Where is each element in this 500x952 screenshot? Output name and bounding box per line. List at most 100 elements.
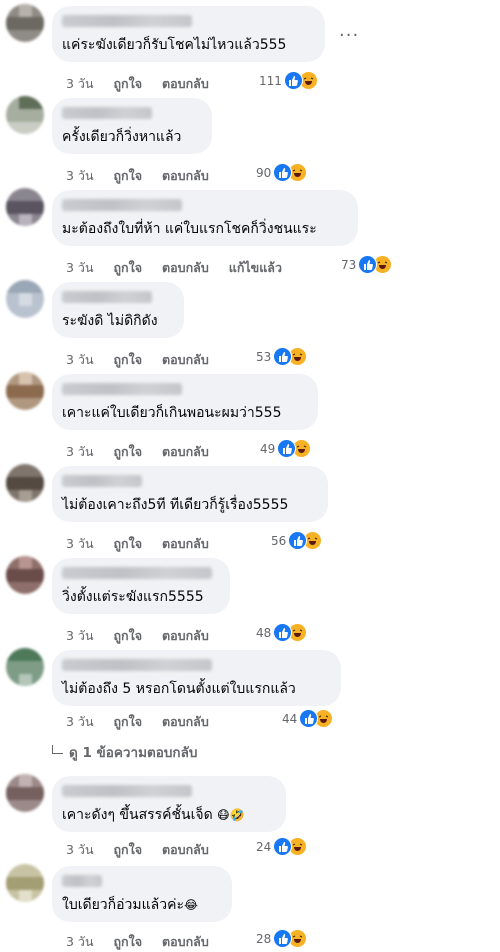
reply-button[interactable]: ตอบกลับ xyxy=(162,74,209,94)
comment-time[interactable]: 3 วัน xyxy=(66,534,94,554)
comment-actions: 3 วัน ถูกใจ ตอบกลับ xyxy=(66,932,225,952)
author-name[interactable] xyxy=(62,875,102,887)
like-button[interactable]: ถูกใจ xyxy=(113,534,142,554)
avatar[interactable] xyxy=(6,372,44,410)
avatar[interactable] xyxy=(6,4,44,42)
comment-actions: 3 วัน ถูกใจ ตอบกลับ xyxy=(66,350,225,370)
author-name[interactable] xyxy=(62,785,192,797)
comment-actions: 3 วัน ถูกใจ ตอบกลับ แก้ไขแล้ว xyxy=(66,258,298,278)
comment-text: ไม่ต้องถึง 5 หรอกโดนตั้งแต่ใบแรกแล้ว xyxy=(62,681,296,697)
comment-text: ใบเดียวก็อ่วมแล้วค่ะ😂 xyxy=(62,896,198,914)
reaction-summary[interactable]: 44 xyxy=(282,709,334,728)
reaction-summary[interactable]: 28 xyxy=(256,929,308,948)
comment-time[interactable]: 3 วัน xyxy=(66,442,94,462)
comment-text: เคาะแค่ใบเดียวก็เกินพอนะผมว่า555 xyxy=(62,405,282,421)
like-icon xyxy=(273,163,293,182)
comment-time[interactable]: 3 วัน xyxy=(66,258,94,278)
author-name[interactable] xyxy=(62,107,152,119)
like-button[interactable]: ถูกใจ xyxy=(113,840,142,860)
like-button[interactable]: ถูกใจ xyxy=(113,712,142,732)
reaction-count: 90 xyxy=(256,165,272,180)
comment-emoji: 😂 xyxy=(184,898,199,912)
comment-bubble: แค่ระฆังเดียวก็รับโชคไม่ไหวแล้ว555 xyxy=(52,6,325,62)
like-button[interactable]: ถูกใจ xyxy=(113,626,142,646)
comment-actions: 3 วัน ถูกใจ ตอบกลับ xyxy=(66,166,225,186)
like-button[interactable]: ถูกใจ xyxy=(113,442,142,462)
like-button[interactable]: ถูกใจ xyxy=(113,74,142,94)
avatar[interactable] xyxy=(6,96,44,134)
comment-actions: 3 วัน ถูกใจ ตอบกลับ xyxy=(66,534,225,554)
reaction-count: 44 xyxy=(282,711,298,726)
comment-text: มะต้องถึงใบที่ห้า แค่ใบแรกโชคก็วิ่งชนแระ xyxy=(62,221,317,237)
comment-actions: 3 วัน ถูกใจ ตอบกลับ xyxy=(66,442,225,462)
comment-emoji: 😷🤣 xyxy=(217,808,245,822)
reaction-summary[interactable]: 111 xyxy=(259,71,318,90)
like-button[interactable]: ถูกใจ xyxy=(113,166,142,186)
reply-button[interactable]: ตอบกลับ xyxy=(162,534,209,554)
like-icon xyxy=(273,347,293,366)
comment-actions: 3 วัน ถูกใจ ตอบกลับ xyxy=(66,626,225,646)
comment-bubble: ระฆังดิ ไม่ดิกิดัง xyxy=(52,282,184,338)
reply-button[interactable]: ตอบกลับ xyxy=(162,166,209,186)
comment-actions: 3 วัน ถูกใจ ตอบกลับ xyxy=(66,840,225,860)
more-options-icon[interactable]: ··· xyxy=(339,25,359,46)
like-button[interactable]: ถูกใจ xyxy=(113,258,142,278)
reaction-count: 56 xyxy=(271,533,287,548)
like-icon xyxy=(358,255,378,274)
author-name[interactable] xyxy=(62,199,182,211)
comment-text-body: เคาะดังๆ ขึ้นสรรค์ชั้นเจ็ด xyxy=(62,807,213,823)
avatar[interactable] xyxy=(6,864,44,902)
reaction-count: 111 xyxy=(259,73,282,88)
avatar[interactable] xyxy=(6,774,44,812)
avatar[interactable] xyxy=(6,648,44,686)
avatar[interactable] xyxy=(6,556,44,594)
comment-bubble: ครั้งเดียวก็วิ่งหาแล้ว xyxy=(52,98,212,154)
view-replies-link[interactable]: ดู 1 ข้อความตอบกลับ xyxy=(52,741,197,763)
reaction-count: 73 xyxy=(341,257,357,272)
reaction-summary[interactable]: 90 xyxy=(256,163,308,182)
comment-time[interactable]: 3 วัน xyxy=(66,840,94,860)
like-button[interactable]: ถูกใจ xyxy=(113,350,142,370)
reaction-count: 53 xyxy=(256,349,272,364)
comment-text-body: ใบเดียวก็อ่วมแล้วค่ะ xyxy=(62,897,184,913)
like-button[interactable]: ถูกใจ xyxy=(113,932,142,952)
reaction-summary[interactable]: 48 xyxy=(256,623,308,642)
reaction-summary[interactable]: 53 xyxy=(256,347,308,366)
like-icon xyxy=(273,837,293,856)
comment-time[interactable]: 3 วัน xyxy=(66,626,94,646)
comment-text: เคาะดังๆ ขึ้นสรรค์ชั้นเจ็ด 😷🤣 xyxy=(62,806,245,824)
like-icon xyxy=(273,929,293,948)
reply-button[interactable]: ตอบกลับ xyxy=(162,840,209,860)
reply-button[interactable]: ตอบกลับ xyxy=(162,932,209,952)
comment-text: ครั้งเดียวก็วิ่งหาแล้ว xyxy=(62,129,182,145)
avatar[interactable] xyxy=(6,280,44,318)
author-name[interactable] xyxy=(62,475,142,487)
author-name[interactable] xyxy=(62,567,212,579)
avatar[interactable] xyxy=(6,464,44,502)
author-name[interactable] xyxy=(62,15,192,27)
author-name[interactable] xyxy=(62,383,182,395)
reaction-summary[interactable]: 24 xyxy=(256,837,308,856)
comment-time[interactable]: 3 วัน xyxy=(66,350,94,370)
reaction-count: 24 xyxy=(256,839,272,854)
comment-text: ระฆังดิ ไม่ดิกิดัง xyxy=(62,313,158,329)
reply-button[interactable]: ตอบกลับ xyxy=(162,442,209,462)
author-name[interactable] xyxy=(62,291,152,303)
reaction-summary[interactable]: 56 xyxy=(271,531,323,550)
avatar[interactable] xyxy=(6,188,44,226)
comment-time[interactable]: 3 วัน xyxy=(66,712,94,732)
comment-time[interactable]: 3 วัน xyxy=(66,74,94,94)
reaction-summary[interactable]: 73 xyxy=(341,255,393,274)
comment-text: ไม่ต้องเคาะถึง5ที ทีเดียวก็รู้เรื่อง5555 xyxy=(62,497,289,513)
comment-time[interactable]: 3 วัน xyxy=(66,932,94,952)
reply-button[interactable]: ตอบกลับ xyxy=(162,712,209,732)
comment-time[interactable]: 3 วัน xyxy=(66,166,94,186)
author-name[interactable] xyxy=(62,659,212,671)
reply-button[interactable]: ตอบกลับ xyxy=(162,258,209,278)
reaction-count: 48 xyxy=(256,625,272,640)
reply-button[interactable]: ตอบกลับ xyxy=(162,350,209,370)
reaction-summary[interactable]: 49 xyxy=(260,439,312,458)
reply-button[interactable]: ตอบกลับ xyxy=(162,626,209,646)
edited-label: แก้ไขแล้ว xyxy=(228,260,282,275)
comment-actions: 3 วัน ถูกใจ ตอบกลับ xyxy=(66,712,225,732)
